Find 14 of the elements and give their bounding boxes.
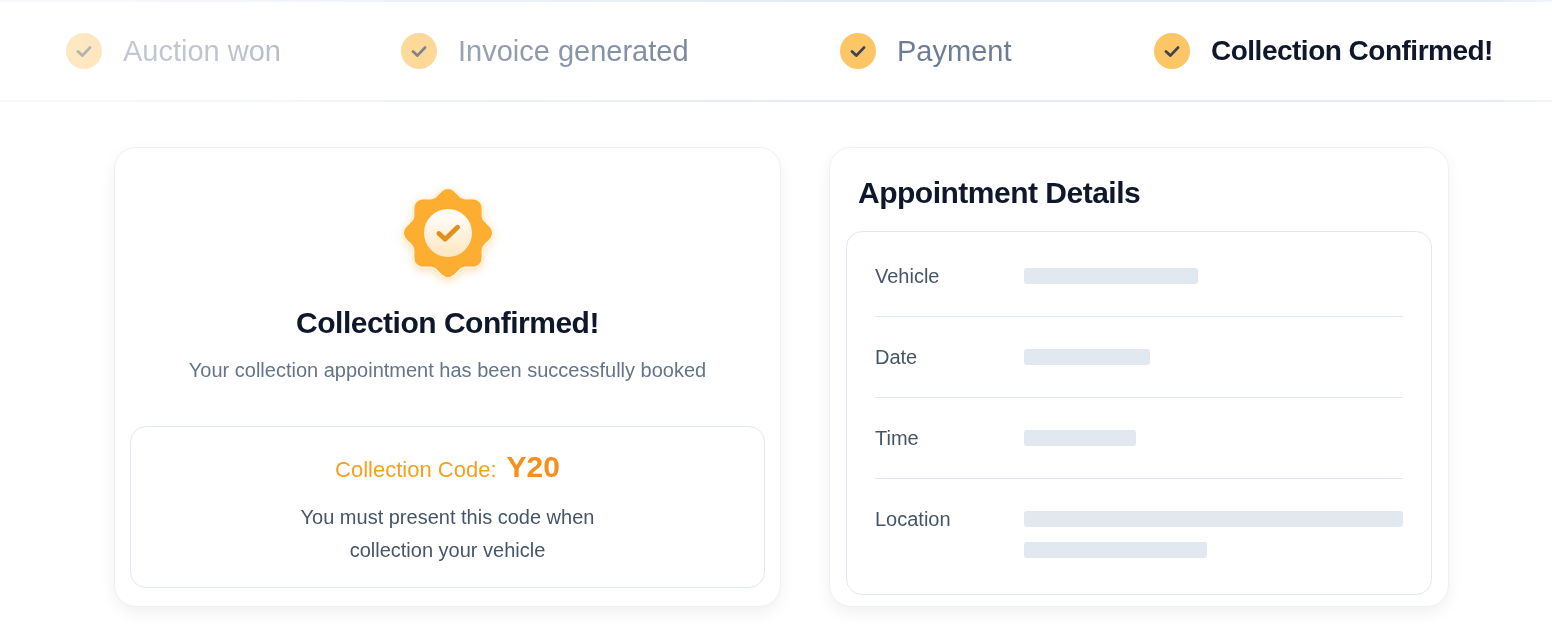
detail-label: Location xyxy=(875,507,952,531)
detail-label: Date xyxy=(875,345,919,369)
detail-label: Vehicle xyxy=(875,264,941,288)
collection-code-label: Collection Code: xyxy=(335,457,497,483)
confirmation-subtitle: Your collection appointment has been successfully booked xyxy=(188,358,707,383)
step-label: Auction won xyxy=(123,34,281,69)
detail-label: Time xyxy=(875,426,920,450)
confirmation-title: Collection Confirmed! xyxy=(296,305,599,341)
appointment-title: Appointment Details xyxy=(857,175,1142,211)
step-label: Payment xyxy=(897,34,1012,69)
step-label: Collection Confirmed! xyxy=(1211,34,1493,68)
collection-code-value: Y20 xyxy=(506,450,560,484)
collection-code-note: You must present this code when collection your vehicle xyxy=(299,505,596,563)
step-label: Invoice generated xyxy=(458,34,689,69)
